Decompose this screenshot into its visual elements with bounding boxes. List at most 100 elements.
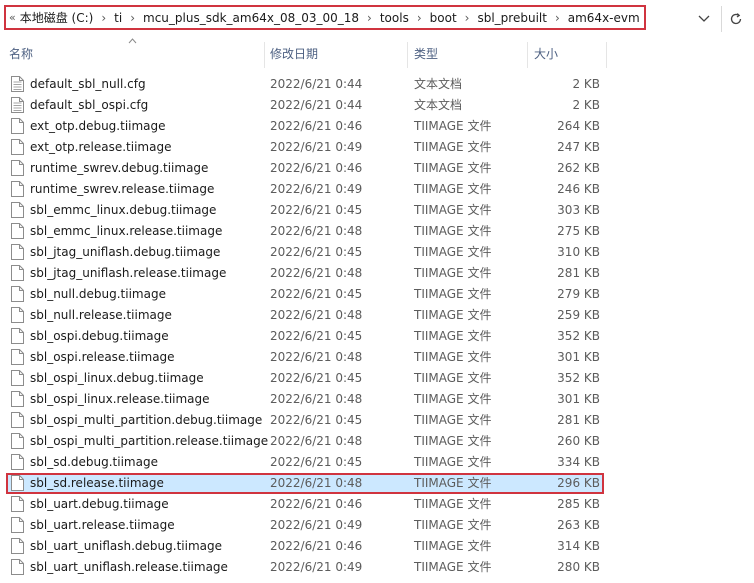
file-size: 262 KB bbox=[557, 161, 600, 175]
file-icon bbox=[11, 538, 24, 554]
file-size: 352 KB bbox=[557, 371, 600, 385]
file-modified-date: 2022/6/21 0:49 bbox=[270, 140, 363, 154]
column-header-date[interactable]: 修改日期 bbox=[270, 36, 318, 70]
refresh-button[interactable] bbox=[725, 8, 747, 30]
file-modified-date: 2022/6/21 0:48 bbox=[270, 266, 363, 280]
file-row[interactable]: sbl_ospi_multi_partition.release.tiimage… bbox=[0, 431, 754, 452]
file-modified-date: 2022/6/21 0:45 bbox=[270, 245, 363, 259]
file-modified-date: 2022/6/21 0:45 bbox=[270, 455, 363, 469]
file-modified-date: 2022/6/21 0:46 bbox=[270, 539, 363, 553]
file-type: TIIMAGE 文件 bbox=[414, 434, 492, 448]
file-type: TIIMAGE 文件 bbox=[414, 119, 492, 133]
file-size: 352 KB bbox=[557, 329, 600, 343]
breadcrumb[interactable]: « 本地磁盘 (C:) › ti › mcu_plus_sdk_am64x_08… bbox=[4, 5, 646, 30]
chevron-right-icon[interactable]: › bbox=[367, 11, 372, 25]
file-type: TIIMAGE 文件 bbox=[414, 182, 492, 196]
chevron-right-icon[interactable]: › bbox=[417, 11, 422, 25]
file-row[interactable]: sbl_jtag_uniflash.debug.tiimage 2022/6/21… bbox=[0, 242, 754, 263]
file-row[interactable]: default_sbl_null.cfg 2022/6/21 0:44 文本文档 2 … bbox=[0, 74, 754, 95]
file-row[interactable]: sbl_jtag_uniflash.release.tiimage 2022/6/… bbox=[0, 263, 754, 284]
column-divider[interactable] bbox=[264, 42, 265, 68]
breadcrumb-item-sdk[interactable]: mcu_plus_sdk_am64x_08_03_00_18 bbox=[143, 11, 359, 25]
file-modified-date: 2022/6/21 0:49 bbox=[270, 560, 363, 574]
file-modified-date: 2022/6/21 0:48 bbox=[270, 308, 363, 322]
file-name: sbl_ospi_linux.release.tiimage bbox=[30, 392, 210, 406]
refresh-icon bbox=[730, 13, 742, 25]
chevron-right-icon[interactable]: › bbox=[555, 11, 560, 25]
breadcrumb-overflow-icon[interactable]: « bbox=[9, 11, 16, 24]
address-history-dropdown[interactable] bbox=[692, 8, 716, 30]
column-divider[interactable] bbox=[606, 42, 607, 68]
file-icon bbox=[11, 160, 24, 176]
file-row[interactable]: ext_otp.debug.tiimage 2022/6/21 0:46 TIIMA… bbox=[0, 116, 754, 137]
file-icon bbox=[11, 412, 24, 428]
column-header-name[interactable]: 名称 bbox=[9, 36, 33, 70]
file-type: TIIMAGE 文件 bbox=[414, 476, 492, 490]
file-row[interactable]: sbl_ospi.debug.tiimage 2022/6/21 0:45 TIIM… bbox=[0, 326, 754, 347]
file-row[interactable]: sbl_ospi.release.tiimage 2022/6/21 0:48 TI… bbox=[0, 347, 754, 368]
file-row[interactable]: sbl_ospi_linux.release.tiimage 2022/6/21 … bbox=[0, 389, 754, 410]
file-row-selected[interactable]: sbl_sd.release.tiimage 2022/6/21 0:48 TIIM… bbox=[0, 473, 754, 494]
text-file-icon bbox=[11, 97, 24, 113]
column-header-type[interactable]: 类型 bbox=[414, 36, 438, 70]
file-modified-date: 2022/6/21 0:45 bbox=[270, 413, 363, 427]
file-row[interactable]: ext_otp.release.tiimage 2022/6/21 0:49 TII… bbox=[0, 137, 754, 158]
file-row[interactable]: sbl_uart_uniflash.release.tiimage 2022/6/… bbox=[0, 557, 754, 578]
file-type: TIIMAGE 文件 bbox=[414, 560, 492, 574]
file-type: TIIMAGE 文件 bbox=[414, 287, 492, 301]
file-row[interactable]: sbl_ospi_multi_partition.debug.tiimage 20… bbox=[0, 410, 754, 431]
file-row[interactable]: sbl_emmc_linux.release.tiimage 2022/6/21 … bbox=[0, 221, 754, 242]
file-row[interactable]: sbl_uart.debug.tiimage 2022/6/21 0:46 TIIM… bbox=[0, 494, 754, 515]
file-type: TIIMAGE 文件 bbox=[414, 203, 492, 217]
file-size: 2 KB bbox=[572, 98, 600, 112]
breadcrumb-item-ti[interactable]: ti bbox=[114, 11, 122, 25]
column-divider[interactable] bbox=[527, 42, 528, 68]
file-icon bbox=[11, 349, 24, 365]
file-icon bbox=[11, 496, 24, 512]
chevron-right-icon[interactable]: › bbox=[465, 11, 470, 25]
file-size: 301 KB bbox=[557, 350, 600, 364]
file-modified-date: 2022/6/21 0:48 bbox=[270, 434, 363, 448]
sort-ascending-icon bbox=[128, 38, 137, 44]
file-icon bbox=[11, 559, 24, 575]
file-row[interactable]: sbl_uart_uniflash.debug.tiimage 2022/6/21… bbox=[0, 536, 754, 557]
file-icon bbox=[11, 265, 24, 281]
file-modified-date: 2022/6/21 0:46 bbox=[270, 161, 363, 175]
file-size: 280 KB bbox=[557, 560, 600, 574]
file-row[interactable]: runtime_swrev.release.tiimage 2022/6/21 0… bbox=[0, 179, 754, 200]
breadcrumb-item-sbl-prebuilt[interactable]: sbl_prebuilt bbox=[477, 11, 546, 25]
chevron-right-icon[interactable]: › bbox=[130, 11, 135, 25]
file-size: 314 KB bbox=[557, 539, 600, 553]
file-type: 文本文档 bbox=[414, 98, 463, 112]
file-icon bbox=[11, 223, 24, 239]
file-name: sbl_uart_uniflash.release.tiimage bbox=[30, 560, 228, 574]
file-row[interactable]: sbl_ospi_linux.debug.tiimage 2022/6/21 0:… bbox=[0, 368, 754, 389]
file-size: 247 KB bbox=[557, 140, 600, 154]
file-icon bbox=[11, 475, 24, 491]
breadcrumb-item-tools[interactable]: tools bbox=[380, 11, 409, 25]
file-row[interactable]: sbl_emmc_linux.debug.tiimage 2022/6/21 0:… bbox=[0, 200, 754, 221]
file-name: sbl_null.debug.tiimage bbox=[30, 287, 166, 301]
breadcrumb-item-drive[interactable]: 本地磁盘 (C:) bbox=[20, 9, 94, 26]
file-type: TIIMAGE 文件 bbox=[414, 224, 492, 238]
chevron-right-icon[interactable]: › bbox=[101, 11, 106, 25]
breadcrumb-item-boot[interactable]: boot bbox=[430, 11, 457, 25]
file-type: TIIMAGE 文件 bbox=[414, 497, 492, 511]
file-size: 263 KB bbox=[557, 518, 600, 532]
file-size: 279 KB bbox=[557, 287, 600, 301]
file-name: sbl_ospi_multi_partition.release.tiimage bbox=[30, 434, 269, 448]
file-row[interactable]: sbl_uart.release.tiimage 2022/6/21 0:49 TI… bbox=[0, 515, 754, 536]
file-row[interactable]: sbl_null.release.tiimage 2022/6/21 0:48 TI… bbox=[0, 305, 754, 326]
file-size: 296 KB bbox=[557, 476, 600, 490]
column-divider[interactable] bbox=[407, 42, 408, 68]
file-name: sbl_uart.release.tiimage bbox=[30, 518, 175, 532]
file-row[interactable]: sbl_sd.debug.tiimage 2022/6/21 0:45 TIIMAG… bbox=[0, 452, 754, 473]
file-row[interactable]: runtime_swrev.debug.tiimage 2022/6/21 0:4… bbox=[0, 158, 754, 179]
file-row[interactable]: sbl_null.debug.tiimage 2022/6/21 0:45 TIIM… bbox=[0, 284, 754, 305]
file-size: 246 KB bbox=[557, 182, 600, 196]
file-name: sbl_ospi.debug.tiimage bbox=[30, 329, 169, 343]
file-name: sbl_sd.release.tiimage bbox=[30, 476, 164, 490]
column-header-size[interactable]: 大小 bbox=[534, 36, 558, 70]
breadcrumb-item-am64x-evm[interactable]: am64x-evm bbox=[568, 11, 640, 25]
file-row[interactable]: default_sbl_ospi.cfg 2022/6/21 0:44 文本文档 2 … bbox=[0, 95, 754, 116]
